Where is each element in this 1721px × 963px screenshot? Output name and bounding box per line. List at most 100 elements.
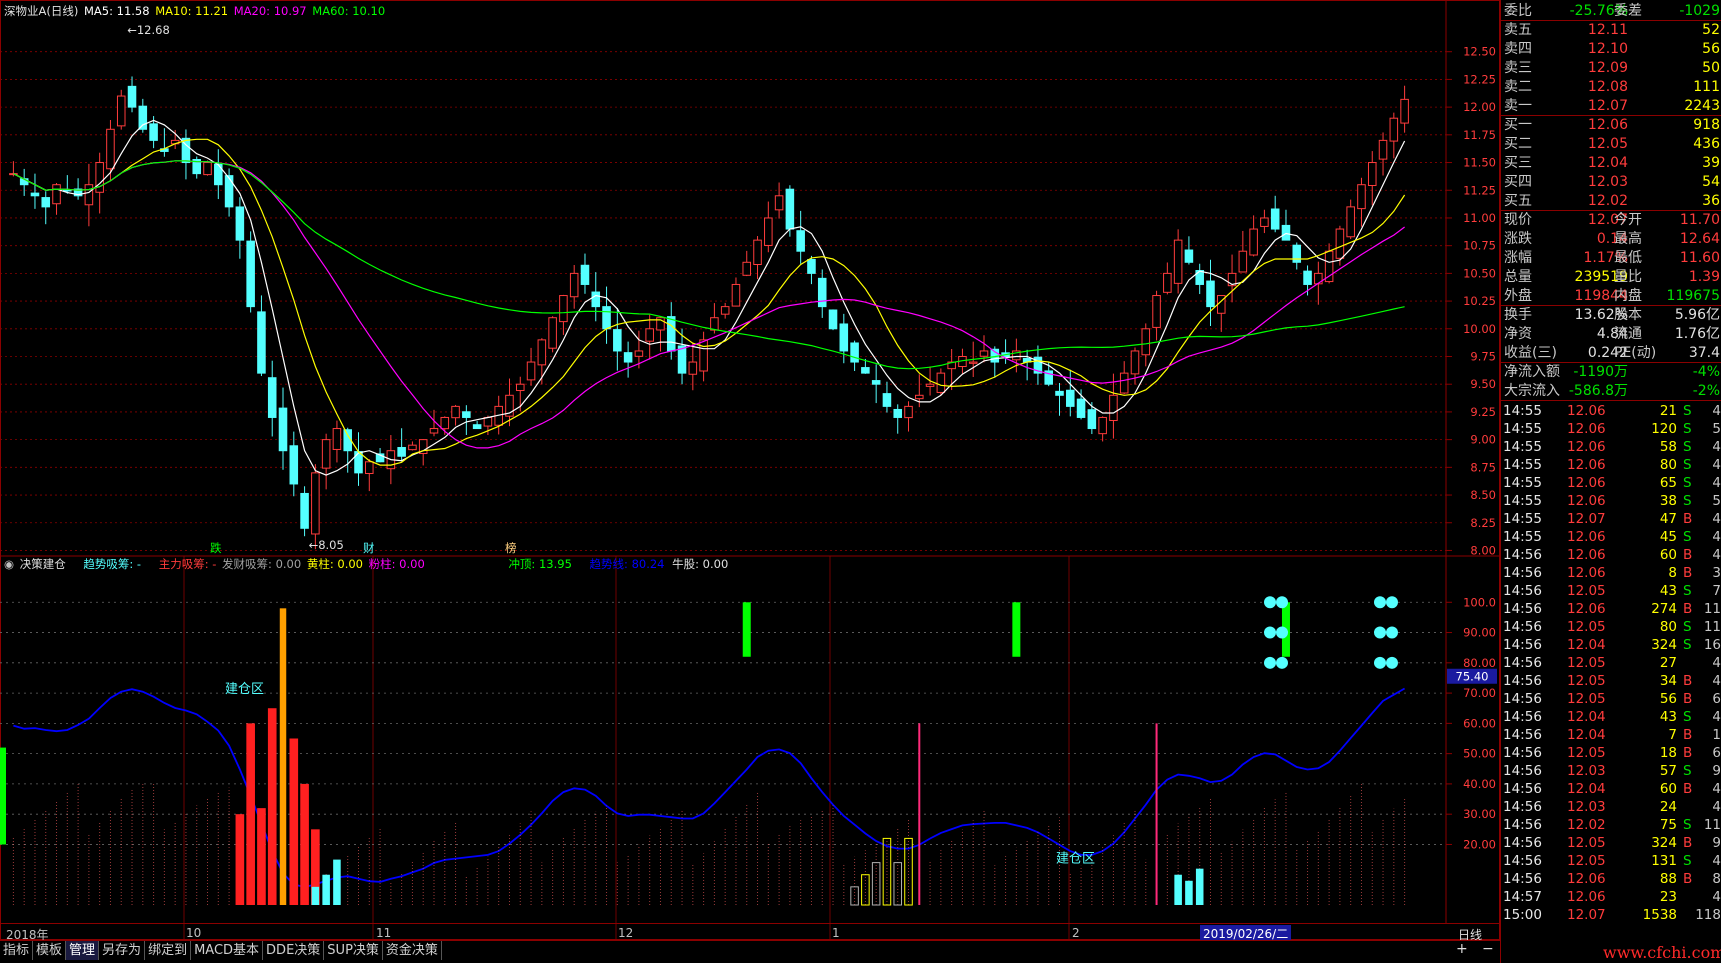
tick-time: 14:56	[1503, 601, 1542, 617]
tick-quantity: 18	[1659, 745, 1677, 761]
ind-tick-label: 90.00	[1463, 626, 1496, 640]
tick-quantity: 131	[1651, 853, 1677, 869]
row-label: 卖二	[1504, 79, 1532, 95]
tick-count: 11	[1703, 817, 1721, 833]
signal-marker-icon	[1374, 626, 1386, 639]
event-marker: 财	[363, 541, 375, 555]
row-value: 12.05	[1587, 136, 1628, 152]
candle-down	[1206, 280, 1215, 308]
tick-count: 4	[1712, 457, 1721, 473]
candle-down	[1270, 208, 1280, 230]
row-label2: 最高	[1614, 231, 1642, 247]
tab-manage[interactable]: 管理	[66, 941, 100, 960]
indicator-name[interactable]: 决策建仓	[20, 557, 66, 571]
candle-up	[515, 383, 525, 392]
ma20-label: MA20: 10.97	[233, 4, 307, 18]
candle-down	[1087, 409, 1097, 430]
row-label: 大宗流入	[1504, 383, 1560, 399]
trade-tick-row: 14:57 12.06 23 4	[1501, 888, 1721, 906]
row-quantity: 50	[1702, 60, 1720, 76]
candle-down	[796, 230, 805, 252]
candle-up	[1119, 372, 1129, 394]
trade-tick-row: 14:55 12.06 80 S 4	[1501, 456, 1721, 474]
tick-side: B	[1683, 565, 1693, 581]
tick-count: 7	[1712, 583, 1721, 599]
row-value: -1190万	[1573, 364, 1628, 380]
candle-down	[817, 277, 827, 308]
tab-indicator[interactable]: 指标	[0, 941, 34, 960]
tick-price: 12.07	[1567, 907, 1606, 923]
row-label: 现价	[1504, 212, 1532, 228]
date-label-dec: 12	[618, 926, 634, 940]
candle-down	[861, 367, 870, 374]
row-label2: 流通	[1614, 326, 1642, 342]
candle-down	[127, 85, 137, 108]
price-tick-label: 8.00	[1470, 543, 1496, 557]
row-quantity: 36	[1702, 193, 1720, 209]
cyan-bar	[322, 874, 330, 905]
candlesticks[interactable]	[9, 76, 1409, 550]
chart-area[interactable]: 12.50 12.25 12.00 11.75 11.50 11.25 11.00 10.75…	[0, 0, 1500, 940]
tab-macd[interactable]: MACD基本	[191, 941, 264, 960]
candle-up	[440, 416, 450, 430]
tick-side: S	[1683, 439, 1692, 455]
tick-time: 14:55	[1503, 493, 1542, 509]
trade-tick-row: 14:56 12.06 274 B 11	[1501, 600, 1721, 618]
zoom-in-button[interactable]: +	[1456, 941, 1468, 957]
tick-side: S	[1683, 403, 1692, 419]
watermark-logo: www.cfchi.com	[1603, 943, 1721, 962]
row-value2: 12.64	[1679, 231, 1720, 247]
candle-up	[559, 295, 568, 323]
tick-count: 4	[1712, 547, 1721, 563]
candle-down	[246, 240, 255, 308]
row-value2: 5.96亿	[1674, 307, 1720, 323]
candle-up	[1367, 162, 1377, 187]
tick-price: 12.06	[1567, 565, 1606, 581]
tab-fund[interactable]: 资金决策	[383, 941, 442, 960]
tick-price: 12.06	[1567, 403, 1606, 419]
trade-tick-row: 14:55 12.06 58 S 4	[1501, 438, 1721, 456]
date-axis: 2018年 10 11 12 1 2 2019/02/26/二 日线	[0, 923, 1500, 942]
tick-quantity: 38	[1659, 493, 1677, 509]
main-force-bar	[300, 783, 309, 905]
candle-up	[1389, 117, 1399, 142]
ind-tick-label: 70.00	[1463, 686, 1496, 700]
row-quantity: 39	[1702, 155, 1720, 171]
tick-quantity: 274	[1651, 601, 1677, 617]
date-label-nov: 11	[376, 926, 392, 940]
tick-time: 14:55	[1503, 475, 1542, 491]
price-tick-label: 11.50	[1463, 156, 1496, 170]
indicator-dropdown-icon[interactable]: ◉	[4, 557, 14, 571]
order-ratio-row: 委比 -25.76% 委差 -1029	[1501, 2, 1721, 21]
tick-count: 6	[1712, 691, 1721, 707]
main-force-label: 主力吸筹: -	[158, 557, 217, 571]
ask-row: 卖三 12.09 50	[1501, 59, 1721, 78]
price-axis: 12.50 12.25 12.00 11.75 11.50 11.25 11.00 10.75…	[0, 45, 1496, 557]
candle-down	[397, 447, 406, 457]
candle-down	[149, 123, 158, 141]
row-label: 收益(三)	[1504, 345, 1557, 361]
stock-title[interactable]: 深物业A(日线)	[4, 4, 78, 18]
candle-down	[224, 175, 234, 208]
tick-time: 14:55	[1503, 439, 1542, 455]
tab-bind-to[interactable]: 绑定到	[145, 941, 192, 960]
tick-quantity: 45	[1659, 529, 1677, 545]
tab-sup[interactable]: SUP决策	[324, 941, 383, 960]
tab-dde[interactable]: DDE决策	[263, 941, 325, 960]
zoom-out-button[interactable]: −	[1482, 941, 1494, 957]
trade-tick-row: 14:56 12.05 324 B 9	[1501, 834, 1721, 852]
candle-down	[677, 345, 687, 374]
ind-tick-label: 40.00	[1463, 777, 1496, 791]
candle-up	[365, 461, 374, 474]
tick-quantity: 34	[1659, 673, 1677, 689]
tab-template[interactable]: 模板	[33, 941, 67, 960]
tab-save-as[interactable]: 另存为	[99, 941, 146, 960]
tick-count: 5	[1712, 421, 1721, 437]
tick-price: 12.04	[1567, 709, 1606, 725]
candle-down	[462, 411, 471, 418]
row-value2: 1.76亿	[1674, 326, 1720, 342]
tick-time: 14:55	[1503, 421, 1542, 437]
tick-price: 12.05	[1567, 655, 1606, 671]
trade-tick-row: 15:00 12.07 1538 118	[1501, 906, 1721, 924]
candle-up	[451, 405, 460, 419]
